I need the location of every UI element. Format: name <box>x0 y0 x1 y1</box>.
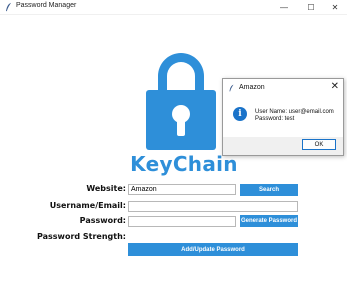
website-label: Website: <box>86 184 126 193</box>
dialog-title: Amazon <box>239 84 265 91</box>
ok-button[interactable]: OK <box>302 139 336 150</box>
close-button[interactable]: ✕ <box>323 0 347 14</box>
search-button[interactable]: Search <box>240 184 298 196</box>
generate-password-button[interactable]: Generate Password <box>240 215 298 227</box>
title-bar: Password Manager — ☐ ✕ <box>0 0 347 15</box>
window-title: Password Manager <box>16 2 77 9</box>
feather-icon <box>229 84 234 92</box>
padlock-icon <box>146 53 216 150</box>
feather-icon <box>6 2 11 12</box>
password-strength-label: Password Strength: <box>36 232 126 241</box>
maximize-button[interactable]: ☐ <box>299 0 323 14</box>
username-input[interactable] <box>128 201 298 212</box>
dialog-message-password: Password: test <box>255 116 295 122</box>
password-input[interactable] <box>128 216 236 227</box>
dialog-close-button[interactable]: ✕ <box>331 81 339 92</box>
dialog-body: i User Name: user@email.com Password: te… <box>223 97 343 137</box>
password-label: Password: <box>79 216 126 225</box>
dialog-message-username: User Name: user@email.com <box>255 109 334 115</box>
add-update-password-button[interactable]: Add/Update Password <box>128 243 298 256</box>
minimize-button[interactable]: — <box>272 0 296 14</box>
website-input[interactable]: Amazon <box>128 184 236 195</box>
username-label: Username/Email: <box>49 201 126 210</box>
info-icon: i <box>233 107 247 121</box>
dialog-title-bar: Amazon ✕ <box>223 79 343 97</box>
info-dialog: Amazon ✕ i User Name: user@email.com Pas… <box>222 78 344 156</box>
